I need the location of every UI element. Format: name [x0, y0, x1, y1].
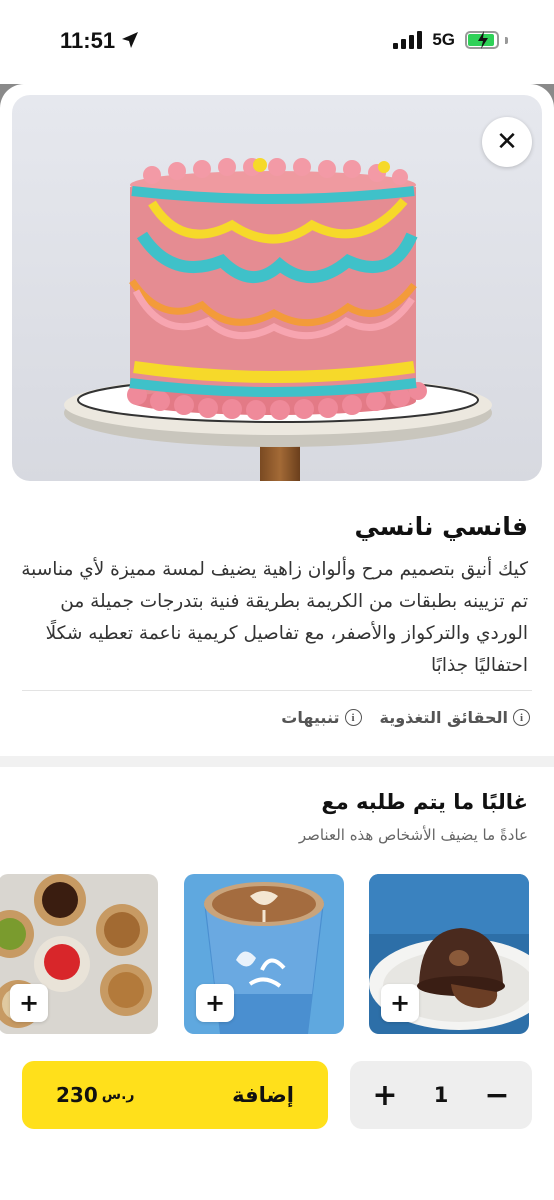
product-title: فانسي نانسي [354, 512, 528, 541]
location-arrow-icon [122, 32, 138, 48]
quantity-value: 1 [433, 1083, 449, 1107]
plus-icon: + [204, 989, 226, 1017]
increment-button[interactable]: + [372, 1078, 398, 1113]
recommendations-subtitle: عادةً ما يضيف الأشخاص هذه العناصر [298, 826, 528, 844]
quantity-stepper: + 1 − [350, 1061, 532, 1129]
alerts-link[interactable]: i تنبيهات [281, 708, 362, 727]
section-divider [0, 756, 554, 767]
add-item-button[interactable]: + [196, 984, 234, 1022]
recommendation-card[interactable]: + [369, 874, 529, 1034]
divider [22, 690, 532, 691]
plus-icon: + [389, 989, 411, 1017]
info-links: i تنبيهات i الحقائق التغذوية [281, 708, 530, 727]
product-description: كيك أنيق بتصميم مرح وألوان زاهية يضيف لم… [21, 559, 528, 676]
recommendation-card[interactable]: + [0, 874, 158, 1034]
price: 230 ر.س [56, 1083, 134, 1107]
alerts-label: تنبيهات [281, 708, 340, 727]
product-image: ✕ [12, 95, 542, 481]
status-bar: 11:51 5G [0, 0, 554, 84]
info-icon: i [513, 709, 530, 726]
plus-icon: + [18, 989, 40, 1017]
close-icon: ✕ [496, 127, 518, 157]
add-item-button[interactable]: + [10, 984, 48, 1022]
network-type: 5G [432, 30, 455, 49]
add-to-cart-label: إضافة [232, 1083, 294, 1107]
decrement-button[interactable]: − [484, 1078, 510, 1113]
recommendations-title: غالبًا ما يتم طلبه مع [321, 790, 528, 814]
currency-icon: ر.س [101, 1087, 135, 1103]
product-sheet: ✕ فانسي نانسي كيك أنيق بتصميم مرح وألوان… [0, 84, 554, 1200]
info-icon: i [344, 709, 362, 726]
price-value: 230 [56, 1083, 98, 1107]
nutrition-label: الحقائق التغذوية [379, 708, 509, 727]
signal-icon [393, 31, 423, 49]
nutrition-facts-link[interactable]: i الحقائق التغذوية [379, 708, 530, 727]
add-to-cart-button[interactable]: إضافة 230 ر.س [22, 1061, 328, 1129]
status-time: 11:51 [60, 28, 116, 53]
add-item-button[interactable]: + [381, 984, 419, 1022]
close-button[interactable]: ✕ [482, 117, 532, 167]
recommendation-card[interactable]: + [184, 874, 344, 1034]
battery-icon [465, 31, 499, 49]
status-indicators: 5G [393, 30, 508, 50]
